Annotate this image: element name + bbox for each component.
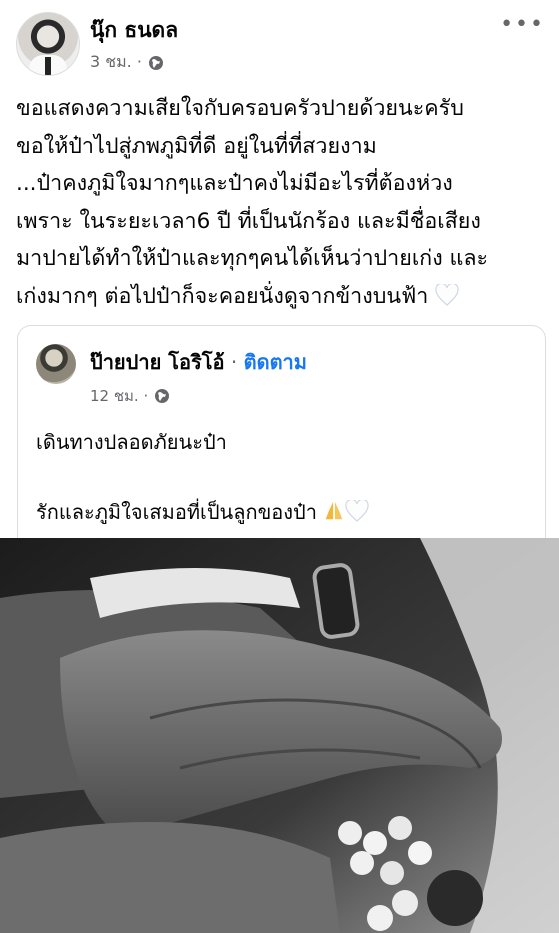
- more-options-icon[interactable]: •••: [500, 12, 545, 37]
- post-meta: 3 ชม. ·: [90, 50, 164, 75]
- shared-author-name[interactable]: ป๊ายปาย โอริโอ้: [90, 350, 225, 374]
- shared-meta: 12 ชม. ·: [90, 384, 170, 408]
- globe-icon: [148, 55, 163, 70]
- white-heart-icon: [435, 283, 459, 306]
- shared-author-line: ป๊ายปาย โอริโอ้ · ติดตาม: [90, 346, 307, 378]
- holding-hands-photo: [0, 538, 559, 933]
- post-text-last-line: เก่งมากๆ ต่อไปป๋าก็จะคอยนั่งดูจากข้างบนฟ…: [16, 278, 546, 316]
- post-text-line: มาปายได้ทำให้ป๋าและทุกๆคนได้เห็นว่าปายเก…: [16, 246, 489, 271]
- white-heart-icon: [345, 500, 369, 522]
- post-text-line: เก่งมากๆ ต่อไปป๋าก็จะคอยนั่งดูจากข้างบนฟ…: [16, 283, 429, 309]
- separator-dot: ·: [224, 350, 244, 374]
- shared-text-line-2: รักและภูมิใจเสมอที่เป็นลูกของป๋า: [36, 496, 369, 528]
- follow-button[interactable]: ติดตาม: [244, 350, 307, 374]
- folded-hands-icon: [326, 501, 343, 520]
- post-text-line: ขอแสดงความเสียใจกับครอบครัวปายด้วยนะครับ: [16, 96, 464, 121]
- shared-time[interactable]: 12 ชม. ·: [90, 384, 148, 408]
- post-photo[interactable]: [0, 538, 559, 933]
- post-text: ขอแสดงความเสียใจกับครอบครัวปายด้วยนะครับ…: [16, 90, 546, 315]
- author-avatar[interactable]: [16, 12, 80, 76]
- shared-text-line: รักและภูมิใจเสมอที่เป็นลูกของป๋า: [36, 500, 317, 524]
- author-name[interactable]: นุ๊ก ธนดล: [90, 14, 178, 47]
- post-text-line: ...ป๋าคงภูมิใจมากๆและป๋าคงไม่มีอะไรที่ต้…: [16, 171, 453, 196]
- post-time[interactable]: 3 ชม. ·: [90, 50, 142, 75]
- post-text-line: ขอให้ป๋าไปสู่ภพภูมิที่ดี อยู่ในที่ที่สวย…: [16, 133, 377, 159]
- globe-icon: [155, 389, 170, 403]
- shared-author-avatar[interactable]: [36, 344, 76, 384]
- shared-text-line: เดินทางปลอดภัยนะป๋า: [36, 430, 227, 454]
- post-text-line: เพราะ ในระยะเวลา6 ปี ที่เป็นนักร้อง และม…: [16, 208, 481, 234]
- avatar-tie: [45, 57, 51, 75]
- post-header: นุ๊ก ธนดล 3 ชม. · •••: [0, 0, 559, 90]
